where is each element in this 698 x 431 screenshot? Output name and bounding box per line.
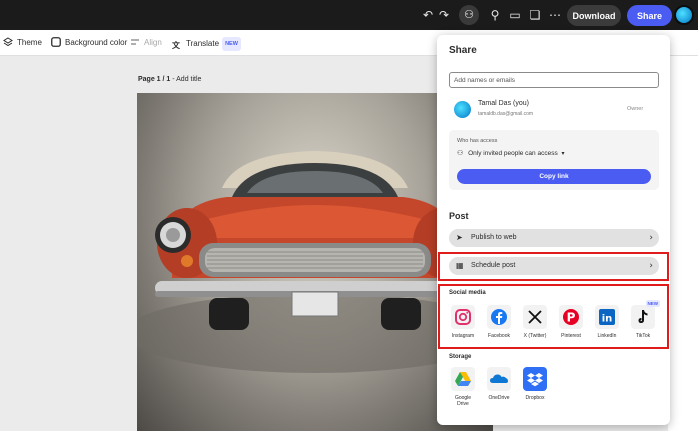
tiktok-button[interactable]: NEW TikTok: [625, 300, 661, 339]
translate-label: Translate: [186, 39, 220, 48]
instagram-icon: [455, 309, 471, 325]
share-panel-title: Share: [449, 45, 477, 56]
tiktok-new-badge: NEW: [645, 300, 660, 307]
onedrive-button[interactable]: OneDrive: [481, 367, 517, 401]
publish-to-web-button[interactable]: ➤ Publish to web ›: [449, 229, 659, 247]
instagram-button[interactable]: Instagram: [445, 305, 481, 339]
properties-panel-edge: [668, 56, 698, 431]
schedule-label: Schedule post: [471, 262, 516, 269]
copy-link-button[interactable]: Copy link: [457, 169, 651, 184]
dropbox-label: Dropbox: [525, 395, 545, 401]
social-media-title: Social media: [449, 290, 486, 296]
background-color-button[interactable]: Background color: [51, 37, 127, 49]
align-button[interactable]: Align: [130, 37, 162, 49]
background-color-label: Background color: [65, 38, 128, 47]
avatar[interactable]: [674, 5, 694, 25]
access-label: Who has access: [457, 138, 498, 144]
download-button[interactable]: Download: [567, 5, 621, 26]
linkedin-icon: in: [599, 309, 615, 325]
x-icon: [528, 310, 542, 324]
align-label: Align: [144, 38, 162, 47]
x-twitter-label: X (Twitter): [523, 333, 547, 339]
google-drive-label: Google Drive: [454, 395, 472, 407]
owner-email: tamaldb.das@gmail.com: [478, 111, 534, 117]
align-icon: [131, 39, 139, 45]
facebook-icon: [491, 309, 507, 325]
share-panel: Share Tamal Das (you) tamaldb.das@gmail.…: [437, 35, 670, 425]
dropbox-button[interactable]: Dropbox: [517, 367, 553, 401]
chevron-right-icon: ›: [649, 261, 653, 271]
schedule-post-button[interactable]: ▦ Schedule post ›: [449, 257, 659, 275]
top-bar: ↶ ↷ ⚇ ⚲ ▭ ❏ ⋯ Download Share: [0, 0, 698, 30]
onedrive-icon: [490, 374, 508, 383]
more-icon[interactable]: ⋯: [547, 7, 563, 23]
instagram-label: Instagram: [451, 333, 475, 339]
linkedin-label: LinkedIn: [597, 333, 617, 339]
pinterest-label: Pinterest: [561, 333, 581, 339]
access-dropdown[interactable]: ⚇ Only invited people can access ▾: [457, 149, 565, 157]
owner-avatar: [454, 101, 471, 118]
undo-icon[interactable]: ↶: [420, 7, 436, 23]
translate-button[interactable]: 文 Translate NEW: [172, 37, 241, 51]
onedrive-label: OneDrive: [488, 395, 510, 401]
linkedin-button[interactable]: in LinkedIn: [589, 305, 625, 339]
pinterest-icon: P: [563, 309, 579, 325]
tiktok-icon: [638, 310, 648, 323]
send-icon: ➤: [456, 233, 463, 242]
google-drive-button[interactable]: Google Drive: [445, 367, 481, 407]
facebook-button[interactable]: Facebook: [481, 305, 517, 339]
color-square-icon: [51, 37, 61, 47]
page-number: Page 1 / 1: [138, 76, 171, 83]
theme-button[interactable]: Theme: [3, 37, 42, 49]
access-value: Only invited people can access: [468, 150, 558, 157]
storage-title: Storage: [449, 354, 472, 360]
dropbox-icon: [527, 373, 543, 387]
add-people-input[interactable]: [449, 72, 659, 88]
owner-role: Owner: [627, 106, 644, 112]
chat-icon[interactable]: ❏: [527, 7, 543, 23]
calendar-icon: ▦: [456, 261, 464, 270]
svg-text:P: P: [567, 311, 576, 325]
comment-icon[interactable]: ▭: [507, 7, 523, 23]
chevron-right-icon: ›: [649, 233, 653, 243]
people-icon: ⚇: [457, 149, 464, 157]
user-settings-icon[interactable]: ⚇: [459, 5, 479, 25]
pinterest-button[interactable]: P Pinterest: [553, 305, 589, 339]
lightbulb-icon[interactable]: ⚲: [487, 7, 503, 23]
post-section-title: Post: [449, 211, 469, 221]
publish-label: Publish to web: [471, 234, 517, 241]
theme-icon: [3, 37, 13, 47]
share-button[interactable]: Share: [627, 5, 672, 26]
chevron-down-icon: ▾: [561, 150, 565, 157]
redo-icon[interactable]: ↷: [436, 7, 452, 23]
translate-icon: 文: [172, 41, 180, 50]
page-title[interactable]: Page 1 / 1 - Add title: [138, 76, 201, 83]
access-settings: Who has access ⚇ Only invited people can…: [449, 130, 659, 190]
google-drive-icon: [455, 372, 471, 386]
svg-text:in: in: [602, 314, 613, 325]
owner-name: Tamal Das (you): [478, 100, 529, 107]
new-badge: NEW: [222, 37, 241, 51]
add-title-link[interactable]: - Add title: [170, 76, 201, 83]
x-twitter-button[interactable]: X (Twitter): [517, 305, 553, 339]
facebook-label: Facebook: [488, 333, 510, 339]
tiktok-label: TikTok: [635, 333, 651, 339]
theme-label: Theme: [17, 38, 42, 47]
